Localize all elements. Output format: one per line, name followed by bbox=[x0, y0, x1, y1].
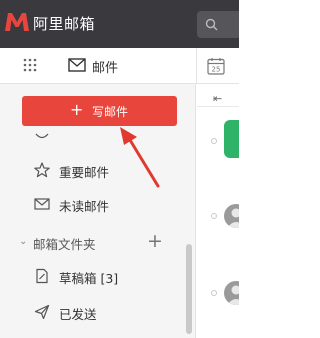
compose-button[interactable]: + 写邮件 bbox=[22, 96, 177, 126]
send-icon bbox=[34, 304, 50, 320]
search-icon bbox=[205, 18, 218, 31]
sidebar-scrollbar[interactable] bbox=[186, 244, 192, 334]
chevron-down-icon[interactable]: ⌄ bbox=[19, 236, 27, 247]
sidebar-item-label: 重要邮件 bbox=[59, 165, 110, 180]
unread-dot[interactable] bbox=[211, 213, 217, 219]
star-icon bbox=[34, 162, 50, 178]
unread-dot[interactable] bbox=[211, 138, 217, 144]
envelope-icon bbox=[68, 58, 86, 72]
app-grid-icon[interactable] bbox=[22, 57, 38, 73]
list-divider bbox=[197, 106, 239, 107]
tab-separator bbox=[196, 48, 197, 84]
top-bar: 阿里邮箱 bbox=[0, 0, 239, 48]
tab-mail-label: 邮件 bbox=[92, 61, 119, 76]
envelope-icon bbox=[34, 198, 50, 210]
sidebar-item-partial[interactable] bbox=[0, 127, 186, 157]
sidebar-item-sent[interactable]: 已发送 bbox=[0, 298, 186, 328]
sidebar-item-important[interactable]: 重要邮件 bbox=[0, 156, 186, 186]
folder-section-label: 邮箱文件夹 bbox=[33, 237, 96, 252]
add-folder-button[interactable]: + bbox=[147, 230, 163, 252]
sidebar-item-label: 草稿箱 [3] bbox=[59, 271, 119, 286]
partial-icon bbox=[35, 133, 49, 139]
unread-dot[interactable] bbox=[211, 290, 217, 296]
compose-label: 写邮件 bbox=[92, 105, 129, 119]
folder-section-header[interactable]: ⌄ 邮箱文件夹 + bbox=[0, 228, 186, 258]
app-window: 阿里邮箱 邮件 25 + 写邮件 重要邮件 未读邮件 ⌄ 邮箱文件夹 + 草稿箱… bbox=[0, 0, 239, 338]
sidebar-item-unread[interactable]: 未读邮件 bbox=[0, 190, 186, 220]
brand-name: 阿里邮箱 bbox=[33, 15, 96, 33]
search-box[interactable] bbox=[197, 11, 239, 38]
calendar-day: 25 bbox=[212, 66, 221, 74]
avatar bbox=[224, 120, 239, 158]
sidebar-item-drafts[interactable]: 草稿箱 [3] bbox=[0, 262, 186, 292]
tab-mail[interactable]: 邮件 bbox=[58, 48, 186, 84]
sidebar-item-label: 未读邮件 bbox=[59, 199, 110, 214]
logo-icon bbox=[5, 13, 29, 31]
collapse-list-icon[interactable]: ⇤ bbox=[213, 92, 222, 105]
calendar-icon[interactable]: 25 bbox=[207, 57, 225, 75]
draft-icon bbox=[36, 268, 48, 284]
app-tab-strip: 邮件 25 bbox=[0, 48, 239, 84]
compose-plus-icon: + bbox=[70, 100, 84, 119]
sidebar: + 写邮件 重要邮件 未读邮件 ⌄ 邮箱文件夹 + 草稿箱 [3] 已发送 bbox=[0, 84, 196, 338]
sidebar-item-label: 已发送 bbox=[59, 307, 97, 322]
